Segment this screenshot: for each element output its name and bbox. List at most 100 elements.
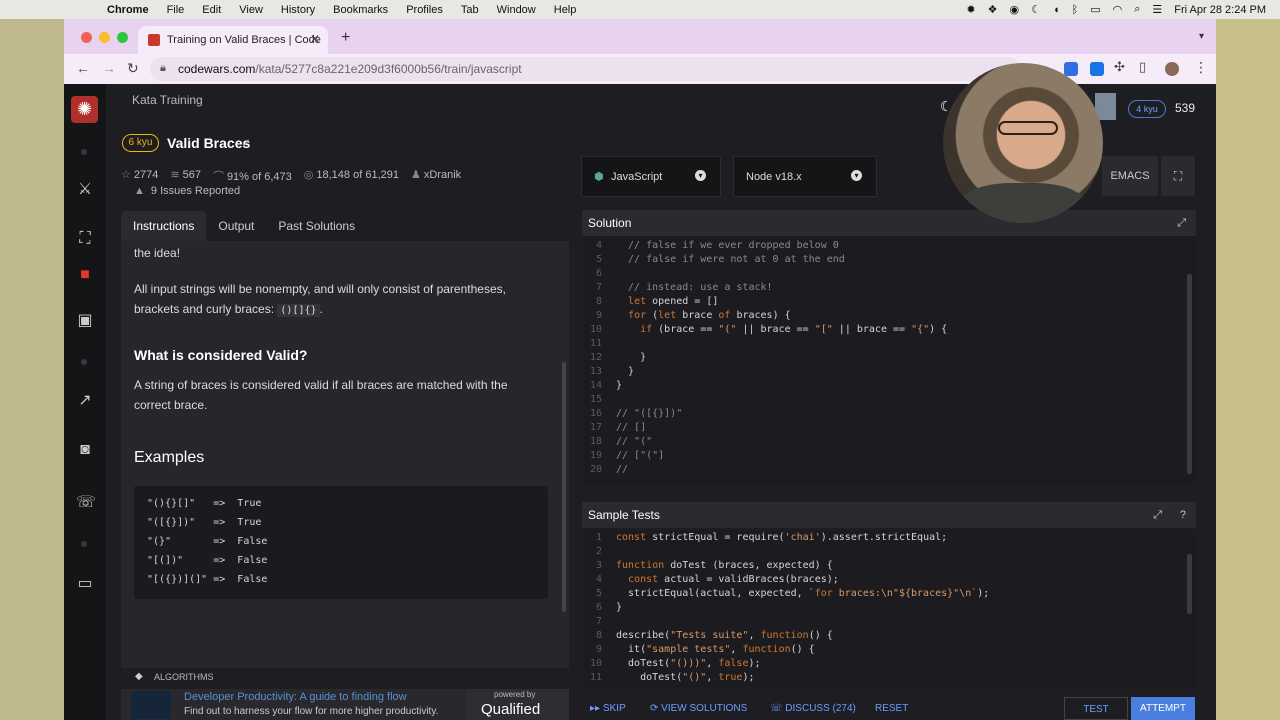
minimize-window-button[interactable] <box>99 32 110 43</box>
sidepanel-icon[interactable]: ▯ <box>1139 59 1146 75</box>
code-line[interactable]: 10 if (brace == "(" || brace == "[" || b… <box>582 324 1188 338</box>
code-line[interactable]: 5 // false if were not at 0 at the end <box>582 254 1188 268</box>
language-select[interactable]: ⬢ JavaScript ▾ <box>581 156 721 197</box>
lock-icon[interactable]: 🔒︎ <box>160 62 166 75</box>
codewars-logo-icon[interactable]: ✺ <box>71 96 98 123</box>
menu-window[interactable]: Window <box>497 4 536 16</box>
code-line[interactable]: 8 describe("Tests suite", function() { <box>582 630 1188 644</box>
code-line[interactable]: 6} <box>582 602 1188 616</box>
code-line[interactable]: 9 it("sample tests", function() { <box>582 644 1188 658</box>
reload-icon[interactable]: ↻ <box>127 60 139 77</box>
docs-book-icon[interactable]: ▭ <box>76 573 94 593</box>
promo-banner[interactable]: Developer Productivity: A guide to findi… <box>121 689 569 720</box>
skip-button[interactable]: ▸▸ SKIP <box>590 703 626 714</box>
code-line[interactable]: 15 <box>582 394 1188 408</box>
keybinding-mode-button[interactable]: EMACS <box>1102 156 1158 196</box>
honor-count[interactable]: 539 <box>1175 101 1195 115</box>
spotlight-icon[interactable]: ⌕ <box>1134 3 1140 16</box>
training-icon[interactable]: ⚔ <box>76 179 94 199</box>
discord-icon[interactable]: ◙ <box>76 441 94 459</box>
address-bar[interactable]: 🔒︎ codewars.com/kata/5277c8a221e209d3f60… <box>150 57 1020 81</box>
instructions-scrollbar[interactable] <box>562 362 566 612</box>
user-rank-badge[interactable]: 4 kyu <box>1128 100 1166 118</box>
back-icon[interactable]: ← <box>76 60 90 76</box>
promo-title[interactable]: Developer Productivity: A guide to findi… <box>184 691 407 703</box>
code-line[interactable]: 19 // ["("] <box>582 450 1188 464</box>
status-gear-icon[interactable]: ✹ <box>966 3 975 16</box>
collections-stat[interactable]: ≋ 567 <box>170 168 201 184</box>
menu-app-name[interactable]: Chrome <box>107 4 149 16</box>
leaderboard-trend-icon[interactable]: ↗ <box>76 390 94 410</box>
code-line[interactable]: 18 // "(" <box>582 436 1188 450</box>
bluetooth-icon[interactable]: ᛒ <box>1072 4 1079 16</box>
extensions-puzzle-icon[interactable]: ✣ <box>1114 59 1125 75</box>
kata-stop-icon[interactable]: ■ <box>76 266 94 284</box>
moon-icon[interactable]: ☾ <box>1031 3 1041 16</box>
camera-icon[interactable]: ◉ <box>1009 3 1019 16</box>
extension-blue-icon[interactable] <box>1090 62 1104 76</box>
zoom-window-button[interactable] <box>117 32 128 43</box>
briefcase-icon[interactable]: ▣ <box>76 310 94 330</box>
code-line[interactable]: 13 } <box>582 366 1188 380</box>
browser-tab[interactable]: Training on Valid Braces | Code ✕ <box>138 26 328 54</box>
code-line[interactable]: 1 const strictEqual = require('chai').ass… <box>582 532 1188 546</box>
wifi-icon[interactable]: ◠ <box>1113 3 1123 16</box>
reset-button[interactable]: RESET <box>875 703 908 714</box>
code-line[interactable]: 11 doTest("()", true); <box>582 672 1188 686</box>
menu-edit[interactable]: Edit <box>202 4 221 16</box>
solution-scrollbar[interactable] <box>1187 274 1192 474</box>
code-line[interactable]: 12 } <box>582 352 1188 366</box>
code-line[interactable]: 9 for (let brace of braces) { <box>582 310 1188 324</box>
help-icon[interactable]: ? <box>1180 502 1186 528</box>
profile-avatar-icon[interactable] <box>1165 62 1179 76</box>
menu-file[interactable]: File <box>167 4 185 16</box>
discussion-icon[interactable]: ☏ <box>76 492 96 512</box>
code-line[interactable]: 5 strictEqual(actual, expected, `for bra… <box>582 588 1188 602</box>
code-line[interactable]: 8 let opened = [] <box>582 296 1188 310</box>
code-line[interactable]: 7 // instead: use a stack! <box>582 282 1188 296</box>
attempt-button[interactable]: ATTEMPT <box>1131 697 1195 720</box>
issues-reported[interactable]: ▲ 9 Issues Reported <box>134 185 240 197</box>
expand-icon[interactable]: ⤢ <box>1177 210 1186 236</box>
view-solutions-button[interactable]: ⟳ VIEW SOLUTIONS <box>650 703 747 714</box>
code-line[interactable]: 16 // "([{}])" <box>582 408 1188 422</box>
author-stat[interactable]: ♟ xDranik <box>411 168 461 184</box>
solution-editor[interactable]: // decremented on close 4 // false if we … <box>582 236 1196 484</box>
code-line[interactable]: 17 // [] <box>582 422 1188 436</box>
tab-past-solutions[interactable]: Past Solutions <box>266 211 367 241</box>
menu-tab[interactable]: Tab <box>461 4 479 16</box>
breadcrumb[interactable]: Kata Training <box>132 93 203 107</box>
chrome-menu-icon[interactable]: ⋮ <box>1194 59 1208 76</box>
code-line[interactable]: 4 // false if we ever dropped below 0 <box>582 240 1188 254</box>
code-line[interactable]: 3 function doTest (braces, expected) { <box>582 560 1188 574</box>
code-line[interactable]: 2 <box>582 546 1188 560</box>
menubar-clock[interactable]: Fri Apr 28 2:24 PM <box>1174 4 1266 16</box>
tab-output[interactable]: Output <box>206 211 266 241</box>
fullscreen-icon[interactable]: ⛶ <box>1161 156 1195 196</box>
tab-search-chevron-icon[interactable]: ▾ <box>1199 31 1204 42</box>
test-button[interactable]: TEST <box>1064 697 1128 720</box>
new-tab-icon[interactable]: + <box>341 29 350 47</box>
volume-icon[interactable]: ◖ <box>1053 4 1060 16</box>
menu-profiles[interactable]: Profiles <box>406 4 443 16</box>
tests-editor[interactable]: 1 const strictEqual = require('chai').ass… <box>582 530 1196 688</box>
extension-vpn-icon[interactable] <box>1064 62 1078 76</box>
code-line[interactable]: 7 <box>582 616 1188 630</box>
close-tab-icon[interactable]: ✕ <box>310 32 320 46</box>
dropbox-icon[interactable]: ❖ <box>988 3 998 16</box>
tag-algorithms[interactable]: ALGORITHMS <box>154 672 214 682</box>
qualified-badge[interactable]: powered by Qualified <box>466 689 569 720</box>
menu-bookmarks[interactable]: Bookmarks <box>333 4 388 16</box>
practice-icon[interactable]: ⛶ <box>76 230 94 248</box>
forward-icon[interactable]: → <box>102 60 116 76</box>
code-line[interactable]: 14} <box>582 380 1188 394</box>
menu-help[interactable]: Help <box>554 4 577 16</box>
battery-icon[interactable]: ▭ <box>1090 3 1100 16</box>
stars-stat[interactable]: ☆ 2774 <box>121 168 158 184</box>
expand-icon[interactable]: ⤢ <box>1153 502 1162 528</box>
close-window-button[interactable] <box>81 32 92 43</box>
control-center-icon[interactable]: ☰ <box>1152 3 1162 16</box>
kata-title[interactable]: Valid Braces <box>167 135 250 151</box>
discuss-button[interactable]: ☏ DISCUSS (274) <box>770 703 856 714</box>
version-select[interactable]: Node v18.x ▾ <box>733 156 877 197</box>
